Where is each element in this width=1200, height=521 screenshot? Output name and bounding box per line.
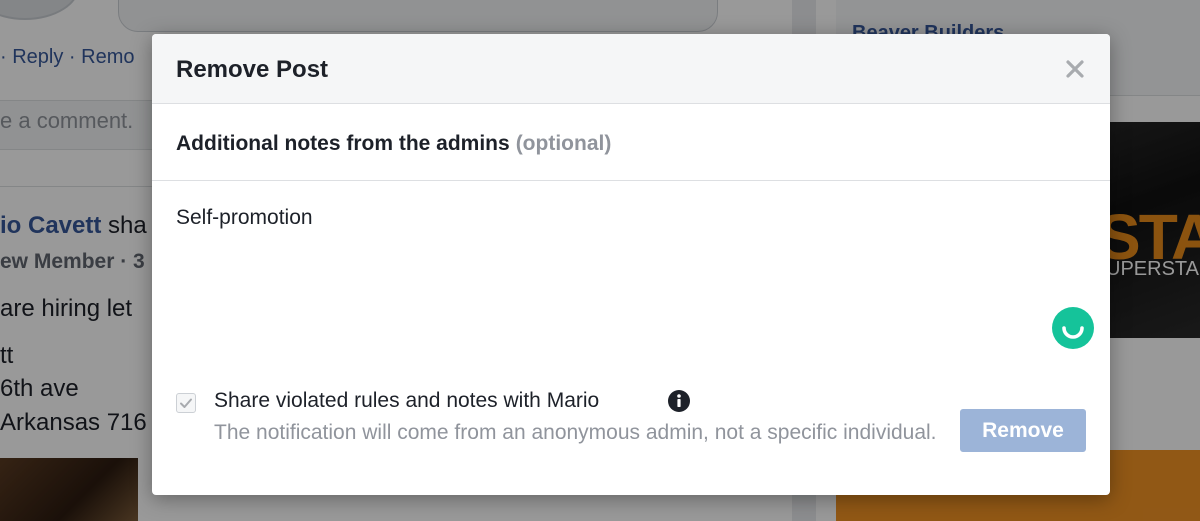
share-rules-checkbox[interactable]	[176, 393, 196, 413]
dialog-title: Remove Post	[176, 56, 329, 83]
notes-label: Additional notes from the admins (optiona…	[176, 132, 611, 156]
close-icon[interactable]	[1062, 56, 1088, 82]
admin-notes-textarea[interactable]: Self-promotion	[176, 204, 1086, 334]
remove-post-dialog: Remove Post Additional notes from the ad…	[152, 34, 1110, 495]
notes-section-header: Additional notes from the admins (optiona…	[152, 104, 1110, 181]
optional-tag: (optional)	[515, 132, 612, 155]
grammarly-icon[interactable]	[1052, 307, 1094, 349]
share-rules-label[interactable]: Share violated rules and notes with Mari…	[214, 389, 599, 413]
dialog-header: Remove Post	[152, 34, 1110, 104]
notes-label-text: Additional notes from the admins	[176, 132, 510, 155]
info-icon[interactable]	[667, 389, 691, 413]
remove-button[interactable]: Remove	[960, 409, 1086, 452]
share-rules-description: The notification will come from an anony…	[214, 421, 937, 444]
